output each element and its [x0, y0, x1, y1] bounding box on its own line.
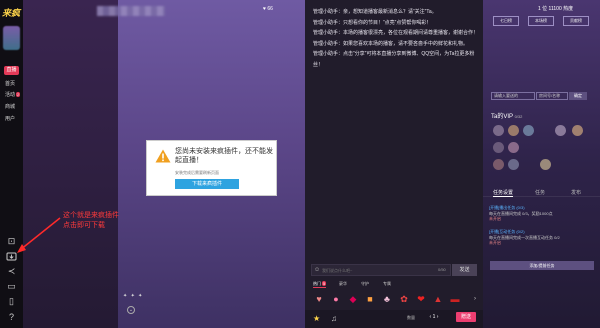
vip-avatar[interactable] [508, 159, 519, 170]
plugin-download-icon-svg [6, 252, 17, 261]
nav-item-events[interactable]: 活动 2 [5, 91, 21, 98]
gift-tab-badge: 5 [322, 281, 327, 286]
gift-tab-hot-label: 热门 [313, 281, 321, 286]
add-task-button[interactable]: 添加/提前任务 [490, 261, 594, 270]
anchor-name-blurred [97, 6, 165, 16]
vip-avatar[interactable] [493, 159, 504, 170]
gift-lollipop-icon[interactable]: ● [329, 292, 343, 306]
chat-message: 管理小助手：如果您喜欢本场的播客，请不要吝啬手中的鲜花和礼物。 [313, 40, 469, 47]
tab-session-rank[interactable]: 本场榜 [528, 16, 554, 26]
vip-avatar[interactable] [493, 142, 504, 153]
live-badge[interactable]: 直播 [4, 66, 19, 75]
send-button[interactable]: 发送 [452, 264, 477, 276]
task-item: [开播]播出任务 (0/3) 每天在直播间完成 0/3，奖励1000点 未开启 [489, 205, 553, 222]
gift-heart-icon[interactable]: ♥ [312, 292, 326, 306]
gift-target-input[interactable]: 请输入要送的 [491, 92, 535, 100]
tab-weekly-rank[interactable]: 七日榜 [493, 16, 519, 26]
room-id-input[interactable]: 房间号/名称 [536, 92, 568, 100]
task-tabs: 任务设置 任务 发布 [483, 187, 600, 197]
share-icon[interactable]: ≺ [6, 266, 17, 277]
vip-avatar[interactable] [540, 159, 551, 170]
annotation-line-2: 点击即可下载 [63, 222, 105, 229]
gift-box-icon[interactable]: ⊡ [6, 236, 17, 247]
gift-tab-exclusive[interactable]: 专属 [383, 281, 391, 287]
left-nav: 来疯 直播 首页 活动 2 商城 用户 ⊡ ≺ ▭ ▯ ? [0, 0, 23, 328]
chat-message: 管理小助手：只想看你的节目！“点亮”点赞帮你喝彩！ [313, 19, 432, 26]
annotation-text: 这个就是来疯插件 点击即可下载 [63, 211, 119, 231]
chat-input[interactable] [312, 265, 450, 275]
gift-lips-icon[interactable]: ◆ [346, 292, 360, 306]
confirm-button[interactable]: 确定 [569, 92, 587, 100]
events-count-badge: 2 [16, 92, 21, 97]
scroll-down-button[interactable]: ⌄ [127, 306, 135, 314]
vip-count: 0/32 [514, 114, 523, 119]
char-count: 0/50 [438, 267, 446, 272]
vip-avatar[interactable] [493, 125, 504, 136]
chat-message: 管理小助手：亲，想知道播客最新消息么？请“关注”Ta。 [313, 9, 437, 15]
stage-left-area [23, 0, 118, 328]
chat-message: 管理小助手：点击“分享”可将本直播分享到微博、QQ空间，为Ta拉更多粉丝！ [313, 51, 475, 68]
vip-avatar[interactable] [508, 142, 519, 153]
download-plugin-button[interactable]: 下载来疯插件 [175, 179, 239, 189]
viewer-count: ♥ 66 [263, 6, 273, 12]
quantity-value: 1 [432, 314, 436, 320]
gift-hat-icon[interactable]: ▲ [431, 292, 445, 306]
nav-item-home[interactable]: 首页 [5, 80, 15, 87]
vip-avatar[interactable] [555, 125, 566, 136]
vip-avatar[interactable] [523, 125, 534, 136]
tab-task-settings[interactable]: 任务设置 [493, 189, 514, 197]
task-state: 未开启 [489, 216, 501, 221]
gift-rose-icon[interactable]: ✿ [397, 292, 411, 306]
plugin-download-icon[interactable] [6, 251, 17, 262]
tab-publish[interactable]: 发布 [571, 189, 581, 196]
tab-tasks[interactable]: 任务 [535, 189, 545, 196]
gift-tab-hot[interactable]: 热门 5 [313, 281, 327, 288]
screen-icon[interactable]: ▭ [6, 281, 17, 292]
quantity-label: 数量 [407, 315, 415, 320]
vip-avatar[interactable] [572, 125, 583, 136]
gift-car-icon[interactable]: ▬ [448, 292, 462, 306]
gift-next-arrow-icon[interactable]: › [474, 296, 476, 302]
chat-panel: 管理小助手：亲，想知道播客最新消息么？请“关注”Ta。 管理小助手：只想看你的节… [305, 0, 483, 328]
help-icon[interactable]: ? [6, 312, 17, 323]
vip-title: Ta的VIP 0/32 [491, 111, 522, 120]
nav-item-user[interactable]: 用户 [5, 115, 15, 122]
room-stats: 1 位 11100 热度 [538, 6, 574, 12]
nav-item-events-label: 活动 [5, 92, 16, 98]
vip-avatar[interactable] [508, 125, 519, 136]
gift-box-icon[interactable]: ■ [363, 292, 377, 306]
annotation-line-1: 这个就是来疯插件 [63, 212, 119, 219]
user-avatar[interactable] [3, 26, 20, 50]
chat-message: 管理小助手：本场的播客很漂亮，各位在观看期间请尊重播客，谢谢合作！ [313, 30, 479, 36]
task-item: [开播]互动任务 (0/2) 每天在直播间完成一次直播互动任务 0/2 未开启 [489, 229, 560, 246]
gift-kiss-icon[interactable]: ❤ [414, 292, 428, 306]
quantity-stepper[interactable]: ‹ 1 › [422, 313, 446, 321]
plugin-missing-dialog: 您尚未安装来疯插件，还不能发起直播！ 安装完成后需要刷新页面 下载来疯插件 [146, 140, 277, 196]
sparkle-decoration: ✦ ✦ ✦ [123, 293, 144, 299]
chat-input-row: ☺ [311, 264, 451, 276]
star-icon[interactable]: ★ [313, 314, 320, 323]
warning-icon [155, 149, 171, 163]
mobile-icon[interactable]: ▯ [6, 296, 17, 307]
gift-tab-luxury[interactable]: 豪华 [339, 281, 347, 287]
gift-perfume-icon[interactable]: ♣ [380, 292, 394, 306]
music-icon[interactable]: ♫ [331, 314, 337, 323]
nav-item-mall[interactable]: 商城 [5, 103, 15, 110]
app-logo[interactable]: 来疯 [2, 6, 20, 19]
task-state: 未开启 [489, 240, 501, 245]
gift-tabs: 热门 5 豪华 守护 专属 [309, 281, 479, 289]
vip-title-label: Ta的VIP [491, 114, 513, 120]
gift-tab-guard[interactable]: 守护 [361, 281, 369, 287]
dialog-subtext: 安装完成后需要刷新页面 [175, 170, 219, 175]
dialog-message: 您尚未安装来疯插件，还不能发起直播！ [175, 148, 273, 164]
give-gift-button[interactable]: 赠送 [456, 312, 476, 322]
chat-messages: 管理小助手：亲，想知道播客最新消息么？请“关注”Ta。 管理小助手：只想看你的节… [313, 7, 479, 70]
tab-contribution-rank[interactable]: 贡献榜 [563, 16, 589, 26]
